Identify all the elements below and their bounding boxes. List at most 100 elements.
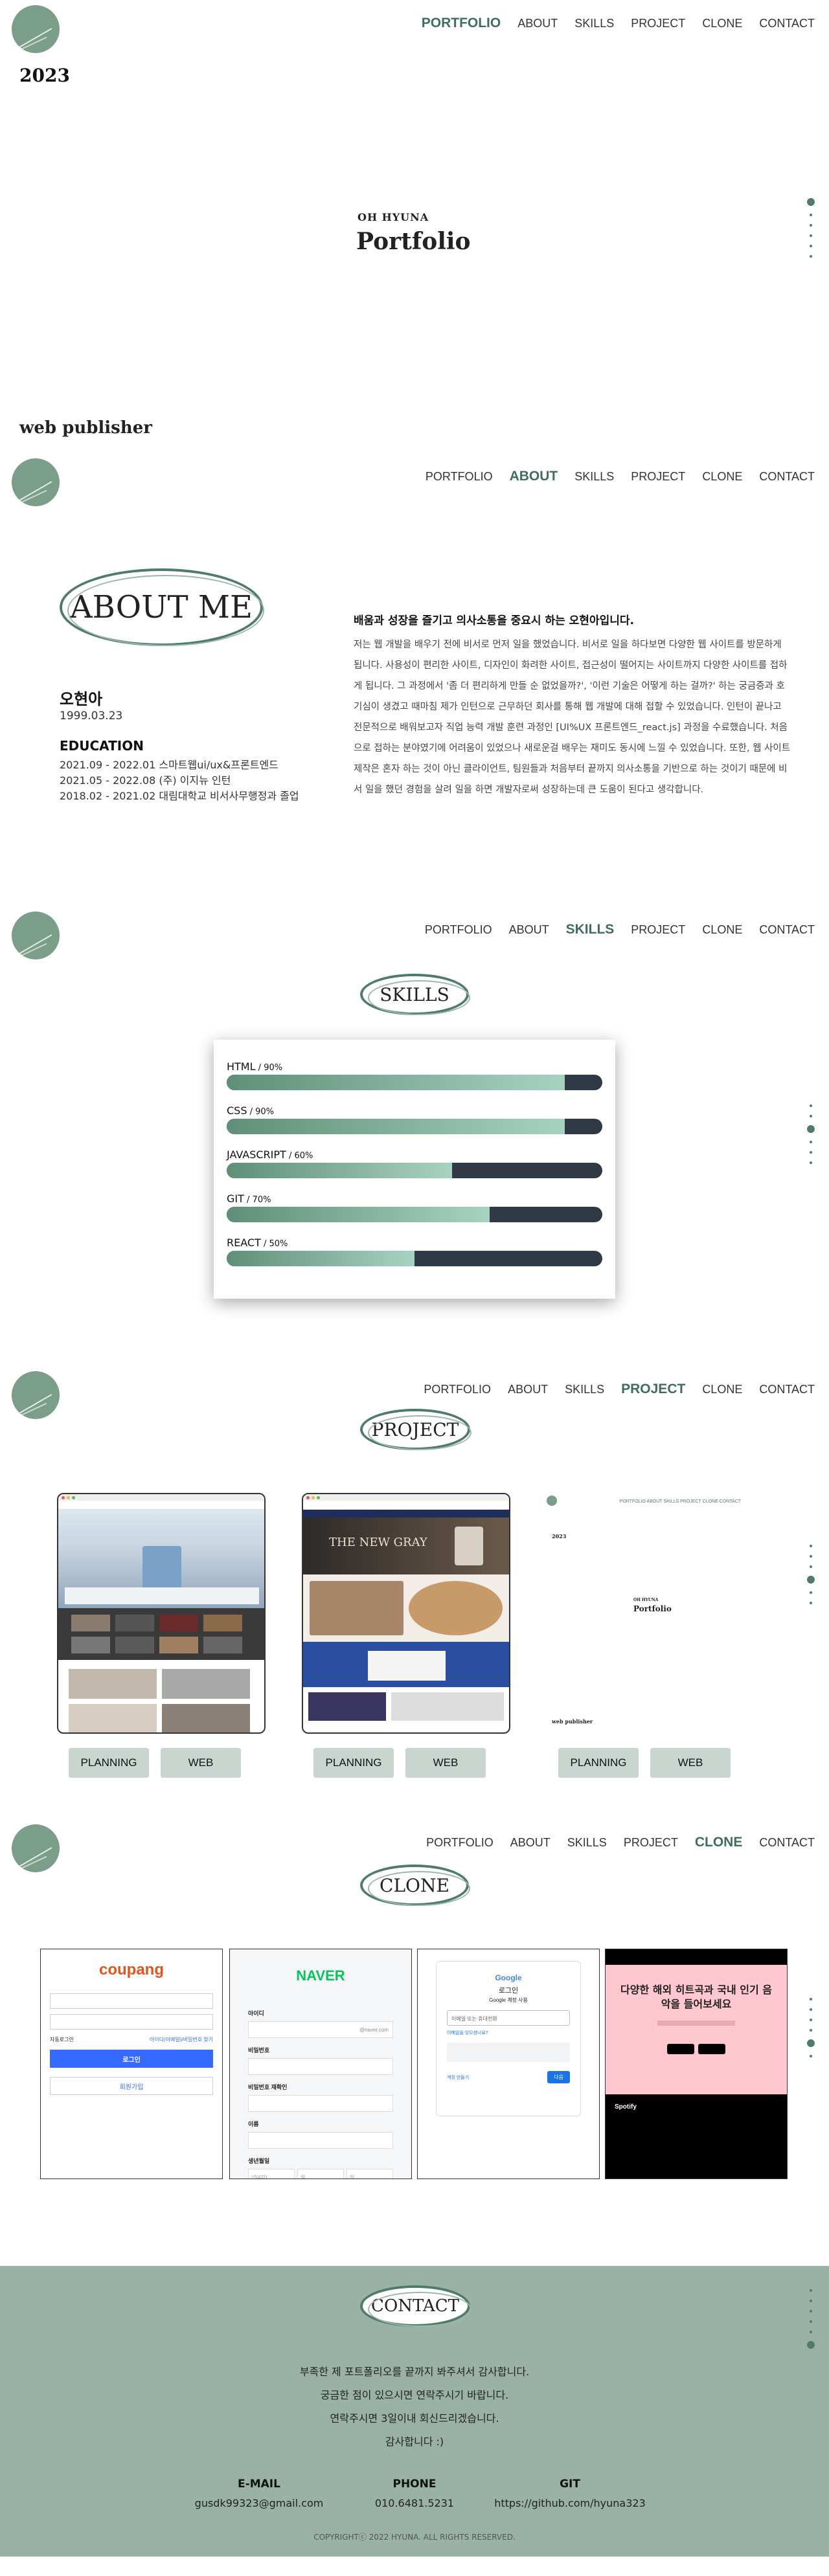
nav-about[interactable]: ABOUT — [510, 469, 558, 484]
nav-project[interactable]: PROJECT — [631, 469, 685, 484]
project3-web-button[interactable]: WEB — [650, 1748, 731, 1778]
coupang-signup-button[interactable]: 회원가입 — [50, 2077, 213, 2095]
clone-naver[interactable]: NAVER 아이디 @naver.com 비밀번호 비밀번호 재확인 이름 생년… — [229, 1949, 412, 2179]
dot-project[interactable] — [810, 2029, 812, 2032]
naver-pw2-input[interactable] — [248, 2095, 393, 2112]
logo[interactable] — [12, 912, 60, 959]
dot-contact[interactable] — [810, 255, 812, 258]
dot-about[interactable] — [810, 2008, 812, 2011]
coupang-find[interactable]: 아이디(이메일)/비밀번호 찾기 — [150, 2036, 213, 2043]
logo[interactable] — [12, 1371, 60, 1419]
dot-project[interactable] — [807, 1576, 815, 1584]
nav-clone[interactable]: CLONE — [702, 469, 742, 484]
naver-day-input[interactable]: 일 — [346, 2169, 393, 2178]
nav-contact[interactable]: CONTACT — [759, 16, 815, 31]
project2-web-button[interactable]: WEB — [405, 1748, 486, 1778]
project-card-2[interactable]: THE NEW GRAY — [302, 1493, 510, 1734]
project1-planning-button[interactable]: PLANNING — [69, 1748, 149, 1778]
dot-contact[interactable] — [810, 1602, 812, 1604]
dot-skills[interactable] — [810, 2310, 812, 2313]
nav-project[interactable]: PROJECT — [621, 1382, 685, 1397]
nav-skills[interactable]: SKILLS — [567, 1835, 607, 1850]
nav-clone[interactable]: CLONE — [695, 1835, 743, 1850]
email-value[interactable]: gusdk99323@gmail.com — [181, 2497, 337, 2509]
naver-pw-input[interactable] — [248, 2058, 393, 2075]
google-forgot-link[interactable]: 이메일을 잊으셨나요? — [447, 2030, 570, 2036]
phone-value[interactable]: 010.6481.5231 — [337, 2497, 492, 2509]
dot-contact[interactable] — [810, 1161, 812, 1164]
nav-portfolio[interactable]: PORTFOLIO — [422, 16, 501, 31]
nav-clone[interactable]: CLONE — [702, 1382, 742, 1397]
dot-main[interactable] — [810, 1998, 812, 2000]
skill-bar-fill — [227, 1251, 414, 1266]
nav-portfolio[interactable]: PORTFOLIO — [426, 1835, 494, 1850]
dot-about[interactable] — [810, 1555, 812, 1558]
clone-spotify[interactable]: 다양한 해외 히트곡과 국내 인기 음악을 들어보세요 Spotify — [605, 1949, 788, 2179]
nav-contact[interactable]: CONTACT — [759, 1835, 815, 1850]
dot-skills[interactable] — [807, 1125, 815, 1133]
git-value[interactable]: https://github.com/hyuna323 — [492, 2497, 648, 2509]
project-card-3[interactable]: PORTFOLIO ABOUT SKILLS PROJECT CLONE CON… — [547, 1493, 755, 1734]
nav-about[interactable]: ABOUT — [510, 1835, 551, 1850]
dot-clone[interactable] — [807, 2039, 815, 2047]
dot-project[interactable] — [810, 234, 812, 237]
dot-contact[interactable] — [810, 2055, 812, 2057]
naver-name-input[interactable] — [248, 2132, 393, 2149]
dot-skills[interactable] — [810, 224, 812, 227]
nav-skills[interactable]: SKILLS — [566, 922, 615, 937]
skills-card: HTML / 90% CSS / 90% JAVASCRIPT / 60% GIT /… — [214, 1040, 615, 1299]
naver-id-input[interactable]: @naver.com — [248, 2021, 393, 2038]
naver-year-input[interactable]: 년(4자) — [248, 2169, 295, 2178]
nav-contact[interactable]: CONTACT — [759, 1382, 815, 1397]
google-email-input[interactable]: 이메일 또는 휴대전화 — [447, 2010, 570, 2026]
nav-skills[interactable]: SKILLS — [574, 16, 614, 31]
project-card-1[interactable] — [57, 1493, 266, 1734]
nav-project[interactable]: PROJECT — [631, 922, 685, 937]
nav-skills[interactable]: SKILLS — [565, 1382, 604, 1397]
nav-about[interactable]: ABOUT — [517, 16, 558, 31]
nav-about[interactable]: ABOUT — [508, 1382, 548, 1397]
naver-month-select[interactable]: 월 — [297, 2169, 344, 2178]
dot-clone[interactable] — [810, 1151, 812, 1154]
dot-project[interactable] — [810, 2320, 812, 2323]
dot-about[interactable] — [810, 214, 812, 216]
dot-project[interactable] — [810, 1141, 812, 1143]
dot-clone[interactable] — [810, 1591, 812, 1594]
clone-coupang[interactable]: coupang 자동로그인 아이디(이메일)/비밀번호 찾기 로그인 회원가입 — [40, 1949, 223, 2179]
coupang-login-button[interactable]: 로그인 — [50, 2050, 213, 2068]
dot-about[interactable] — [810, 1115, 812, 1117]
dot-contact[interactable] — [807, 2341, 815, 2349]
google-create-link[interactable]: 계정 만들기 — [447, 2074, 469, 2081]
google-next-button[interactable]: 다음 — [547, 2071, 570, 2083]
project1-web-button[interactable]: WEB — [161, 1748, 241, 1778]
nav-skills[interactable]: SKILLS — [574, 469, 614, 484]
nav-contact[interactable]: CONTACT — [759, 469, 815, 484]
nav-portfolio[interactable]: PORTFOLIO — [426, 469, 493, 484]
nav-portfolio[interactable]: PORTFOLIO — [424, 1382, 491, 1397]
nav-about[interactable]: ABOUT — [509, 922, 549, 937]
nav-clone[interactable]: CLONE — [702, 922, 742, 937]
coupang-keep[interactable]: 자동로그인 — [50, 2036, 74, 2043]
logo[interactable] — [12, 5, 60, 53]
nav-project[interactable]: PROJECT — [631, 16, 685, 31]
dot-main[interactable] — [810, 2289, 812, 2292]
nav-project[interactable]: PROJECT — [624, 1835, 678, 1850]
dot-about[interactable] — [810, 2300, 812, 2302]
dot-main[interactable] — [807, 198, 815, 206]
logo[interactable] — [12, 458, 60, 506]
nav-clone[interactable]: CLONE — [702, 16, 742, 31]
nav-portfolio[interactable]: PORTFOLIO — [425, 922, 492, 937]
dot-clone[interactable] — [810, 2331, 812, 2333]
browser-bar — [303, 1494, 509, 1501]
dot-skills[interactable] — [810, 2019, 812, 2021]
year: 2023 — [19, 65, 70, 86]
dot-skills[interactable] — [810, 1565, 812, 1568]
project3-planning-button[interactable]: PLANNING — [558, 1748, 639, 1778]
dot-main[interactable] — [810, 1545, 812, 1547]
nav-contact[interactable]: CONTACT — [759, 922, 815, 937]
dot-clone[interactable] — [810, 245, 812, 247]
dot-main[interactable] — [810, 1104, 812, 1107]
clone-google[interactable]: Google 로그인 Google 계정 사용 이메일 또는 휴대전화 이메일을… — [417, 1949, 600, 2179]
project2-planning-button[interactable]: PLANNING — [313, 1748, 394, 1778]
logo[interactable] — [12, 1824, 60, 1872]
